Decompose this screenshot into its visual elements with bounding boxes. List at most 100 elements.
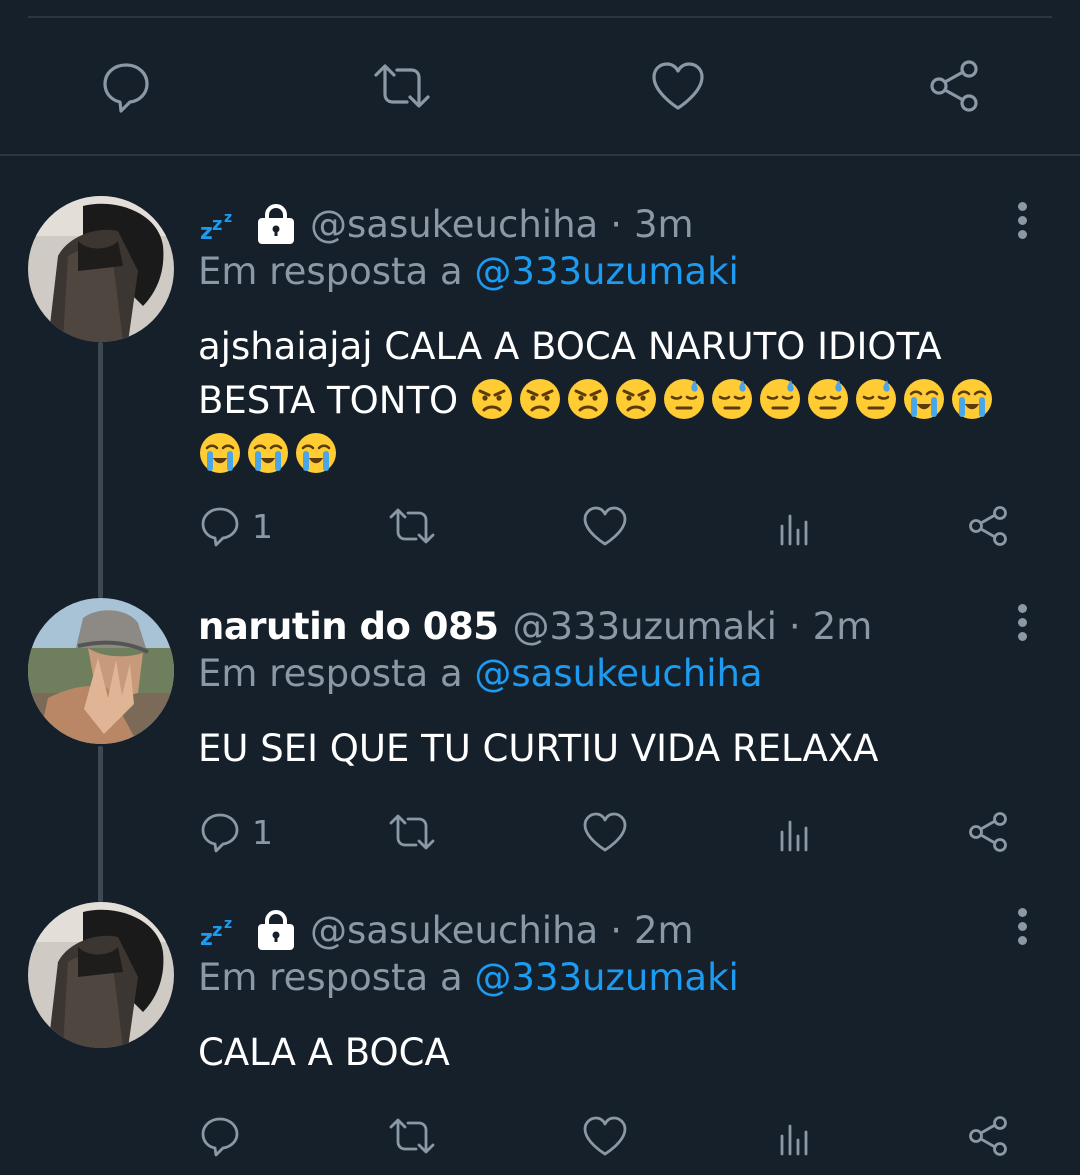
reply-button[interactable] bbox=[80, 40, 172, 132]
sweat-face-emoji bbox=[855, 379, 896, 419]
analytics-button[interactable] bbox=[776, 802, 816, 862]
like-button[interactable] bbox=[582, 1106, 628, 1166]
retweet-button[interactable] bbox=[356, 40, 448, 132]
separator: · bbox=[610, 202, 622, 246]
share-icon bbox=[930, 60, 978, 112]
timestamp[interactable]: 3m bbox=[634, 203, 694, 246]
more-options-button[interactable] bbox=[1010, 604, 1034, 648]
timestamp[interactable]: 2m bbox=[634, 909, 694, 952]
sob-face-emoji bbox=[248, 433, 288, 473]
tweet-actions bbox=[198, 1106, 1038, 1166]
tweet-text-content: CALA A BOCA bbox=[198, 1031, 450, 1074]
like-icon bbox=[583, 506, 627, 546]
retweet-button[interactable] bbox=[386, 496, 438, 556]
sweat-face-emoji bbox=[711, 379, 752, 419]
sob-face-emoji bbox=[903, 379, 944, 419]
svg-text:z: z bbox=[200, 926, 213, 948]
retweet-icon bbox=[389, 508, 435, 544]
lock-icon bbox=[258, 910, 294, 950]
reply-icon bbox=[201, 507, 239, 547]
reply-prefix: Em resposta a bbox=[198, 250, 463, 293]
tweet-text: ajshaiajaj CALA A BOCA NARUTO IDIOTA BES… bbox=[198, 320, 1028, 482]
share-button[interactable] bbox=[966, 1106, 1010, 1166]
avatar[interactable] bbox=[28, 196, 174, 342]
sob-face-emoji bbox=[951, 379, 992, 419]
sob-face-emoji bbox=[200, 433, 240, 473]
tweet-text-content: EU SEI QUE TU CURTIU VIDA RELAXA bbox=[198, 727, 879, 770]
avatar-photo bbox=[28, 196, 174, 342]
svg-text:z: z bbox=[224, 916, 232, 932]
share-icon bbox=[969, 506, 1007, 546]
angry-face-emoji bbox=[471, 379, 512, 419]
svg-text:z: z bbox=[224, 210, 232, 226]
user-handle[interactable]: @333uzumaki bbox=[513, 605, 777, 648]
share-button[interactable] bbox=[966, 802, 1010, 862]
more-options-button[interactable] bbox=[1010, 908, 1034, 952]
separator: · bbox=[788, 604, 801, 648]
like-button[interactable] bbox=[632, 40, 724, 132]
display-name-emojis: z z z bbox=[198, 910, 296, 950]
analytics-icon bbox=[776, 506, 816, 546]
avatar[interactable] bbox=[28, 598, 174, 744]
analytics-icon bbox=[776, 1116, 816, 1156]
more-icon bbox=[1017, 908, 1027, 917]
sweat-face-emoji bbox=[663, 379, 704, 419]
reply-context: Em resposta a @sasukeuchiha bbox=[198, 652, 763, 695]
svg-text:z: z bbox=[200, 220, 213, 242]
share-button[interactable] bbox=[908, 40, 1000, 132]
reply-mention-link[interactable]: @333uzumaki bbox=[474, 956, 738, 999]
user-handle[interactable]: @sasukeuchiha bbox=[310, 203, 598, 246]
sob-face-emoji bbox=[296, 433, 336, 473]
reply-icon bbox=[201, 813, 239, 853]
display-name[interactable]: narutin do 085 bbox=[198, 605, 499, 648]
like-icon bbox=[583, 812, 627, 852]
reply-mention-link[interactable]: @333uzumaki bbox=[474, 250, 738, 293]
analytics-button[interactable] bbox=[776, 496, 816, 556]
reply-button[interactable]: 1 bbox=[198, 802, 273, 862]
timestamp[interactable]: 2m bbox=[813, 605, 873, 648]
zzz-icon: z z z bbox=[200, 210, 232, 242]
svg-text:z: z bbox=[212, 920, 222, 941]
sweat-face-emoji bbox=[807, 379, 848, 419]
retweet-button[interactable] bbox=[386, 802, 438, 862]
tweet-actions: 1 bbox=[198, 496, 1038, 556]
more-icon bbox=[1017, 604, 1027, 613]
display-name-emojis: z z z bbox=[198, 204, 296, 244]
retweet-icon bbox=[374, 64, 430, 108]
reply-prefix: Em resposta a bbox=[198, 652, 463, 695]
analytics-icon bbox=[776, 812, 816, 852]
thread-line bbox=[98, 746, 103, 902]
reply-icon bbox=[103, 63, 149, 113]
like-button[interactable] bbox=[582, 496, 628, 556]
avatar[interactable] bbox=[28, 902, 174, 1048]
svg-text:z: z bbox=[212, 214, 222, 235]
tweet-header: narutin do 085 @333uzumaki · 2m bbox=[198, 598, 1000, 654]
user-handle[interactable]: @sasukeuchiha bbox=[310, 909, 598, 952]
like-icon bbox=[652, 62, 704, 110]
retweet-button[interactable] bbox=[386, 1106, 438, 1166]
sweat-face-emoji bbox=[759, 379, 800, 419]
reply-context: Em resposta a @333uzumaki bbox=[198, 956, 739, 999]
tweet-text: CALA A BOCA bbox=[198, 1026, 1028, 1080]
share-icon bbox=[969, 812, 1007, 852]
separator: · bbox=[610, 908, 622, 952]
share-button[interactable] bbox=[966, 496, 1010, 556]
thread-line bbox=[98, 342, 103, 598]
lock-icon bbox=[258, 204, 294, 244]
retweet-icon bbox=[389, 814, 435, 850]
reply-count: 1 bbox=[252, 812, 273, 852]
reply-button[interactable] bbox=[198, 1106, 242, 1166]
reply-count: 1 bbox=[252, 506, 273, 546]
reply-button[interactable]: 1 bbox=[198, 496, 273, 556]
reply-mention-link[interactable]: @sasukeuchiha bbox=[474, 652, 762, 695]
tweet-actions: 1 bbox=[198, 802, 1038, 862]
more-options-button[interactable] bbox=[1010, 202, 1034, 246]
top-divider bbox=[28, 16, 1052, 18]
like-icon bbox=[583, 1116, 627, 1156]
avatar-photo bbox=[28, 598, 174, 744]
tweet-header: z z z @sasukeuchiha · 3m bbox=[198, 196, 1000, 252]
angry-face-emoji bbox=[615, 379, 656, 419]
tweet-header: z z z @sasukeuchiha · 2m bbox=[198, 902, 1000, 958]
analytics-button[interactable] bbox=[776, 1106, 816, 1166]
like-button[interactable] bbox=[582, 802, 628, 862]
